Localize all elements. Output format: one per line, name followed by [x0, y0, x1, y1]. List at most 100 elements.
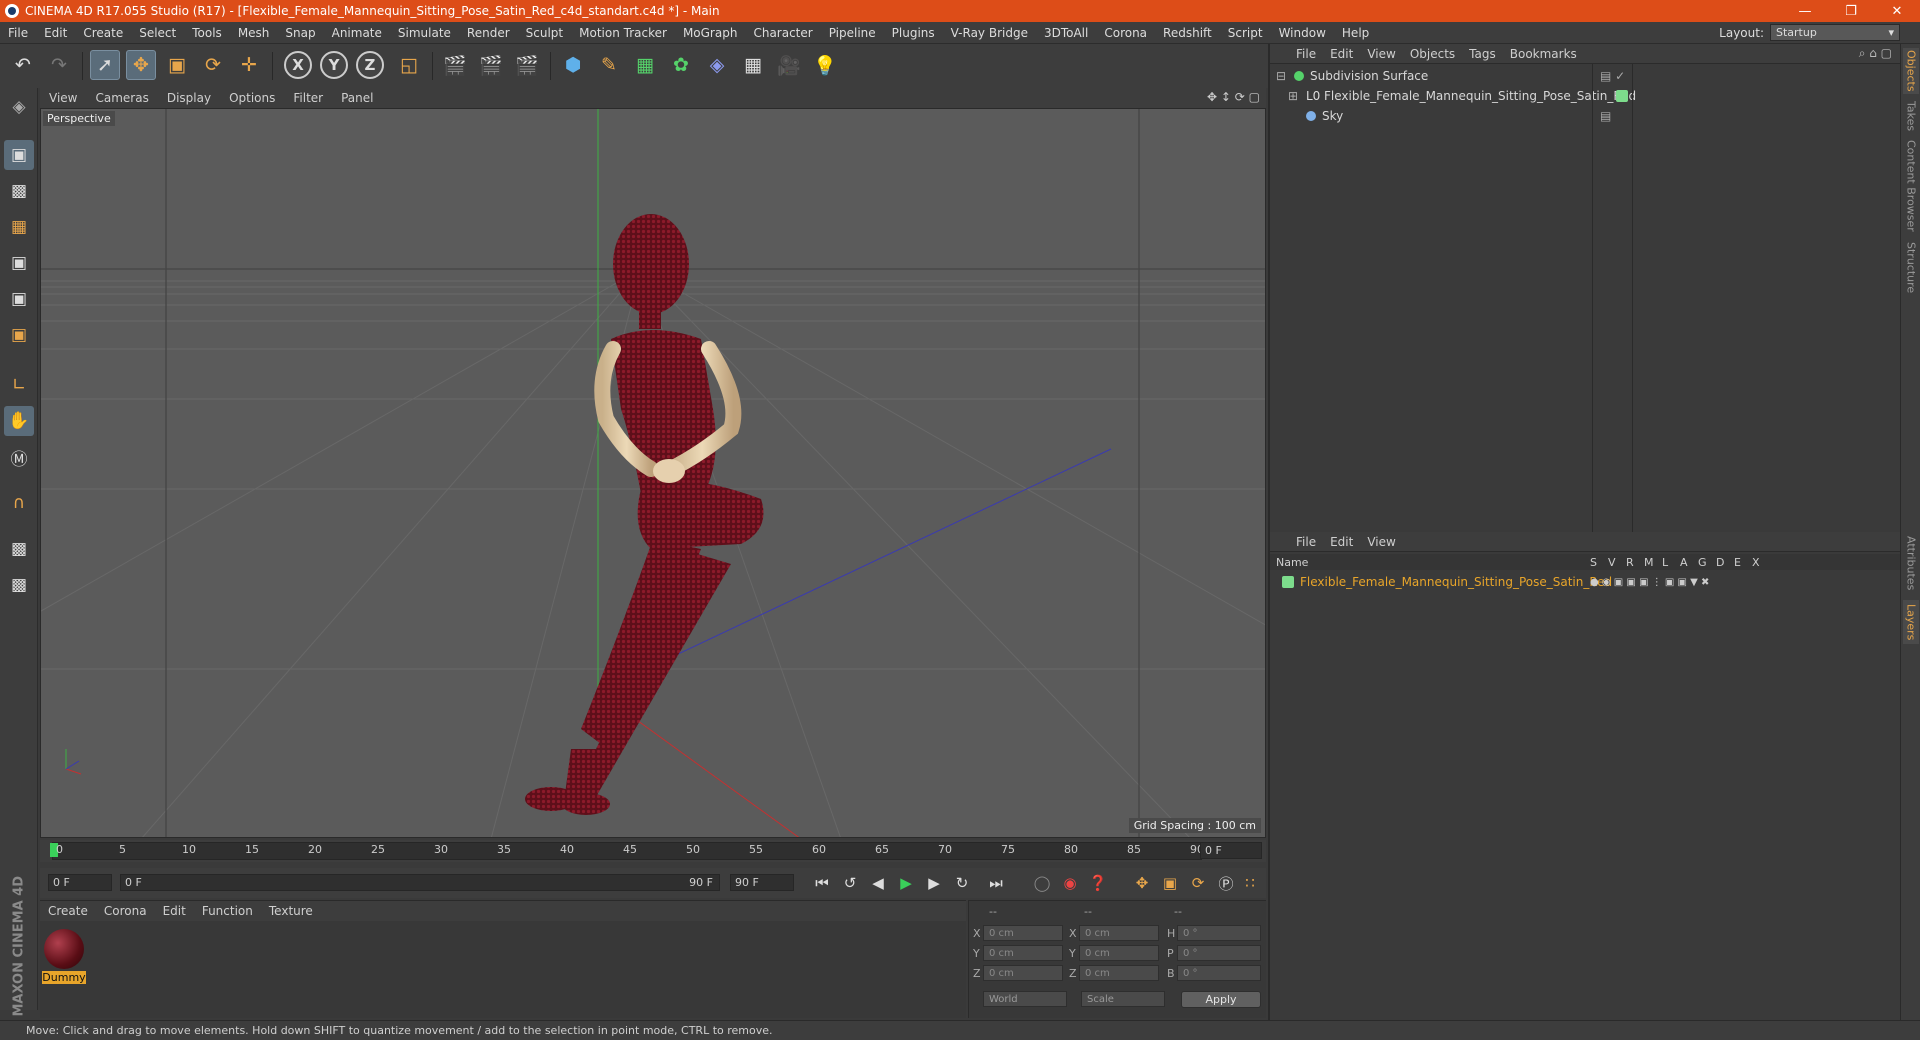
- play-icon[interactable]: ▶: [894, 872, 918, 894]
- menu-mesh[interactable]: Mesh: [230, 26, 278, 40]
- live-selection-icon[interactable]: ➚: [90, 50, 120, 80]
- workplane-snap-icon[interactable]: ▩: [4, 570, 34, 600]
- menu-corona[interactable]: Corona: [1096, 26, 1155, 40]
- polygons-mode-icon[interactable]: ▣: [4, 320, 34, 350]
- layer-toggles-icon[interactable]: ● ◉ ▣ ▣ ▣ ⋮ ▣ ▣ ▼ ✖: [1590, 577, 1709, 588]
- object-name[interactable]: Sky: [1322, 109, 1343, 123]
- menu-create[interactable]: Create: [75, 26, 131, 40]
- layer-row[interactable]: Flexible_Female_Mannequin_Sitting_Pose_S…: [1282, 572, 1892, 592]
- render-settings-icon[interactable]: 🎬: [512, 50, 542, 80]
- object-row[interactable]: ⊟ Subdivision Surface ▤ ✓: [1276, 66, 1896, 86]
- layers-menu-edit[interactable]: Edit: [1323, 535, 1360, 549]
- frame-range-slider[interactable]: 0 F 90 F: [120, 874, 720, 891]
- object-name[interactable]: Flexible_Female_Mannequin_Sitting_Pose_S…: [1324, 89, 1636, 103]
- previous-key-icon[interactable]: ↺: [838, 872, 862, 894]
- menu-window[interactable]: Window: [1271, 26, 1334, 40]
- rotation-h-field[interactable]: 0 °: [1177, 925, 1261, 941]
- object-manager-search-icon[interactable]: ⌕ ⌂ ▢: [1859, 46, 1892, 61]
- start-frame-field[interactable]: 0 F: [48, 874, 112, 891]
- record-keys-icon[interactable]: ◯: [1030, 872, 1054, 894]
- menu-snap[interactable]: Snap: [277, 26, 323, 40]
- collapse-icon[interactable]: ⊟: [1276, 69, 1288, 83]
- render-view-icon[interactable]: 🎬: [440, 50, 470, 80]
- rotate-tool-icon[interactable]: ⟳: [198, 50, 228, 80]
- cloner-icon[interactable]: ✿: [666, 50, 696, 80]
- viewport-menu-filter[interactable]: Filter: [284, 91, 332, 105]
- side-tab-content-browser[interactable]: Content Browser: [1903, 138, 1919, 234]
- side-tab-structure[interactable]: Structure: [1903, 238, 1919, 298]
- objects-menu-tags[interactable]: Tags: [1462, 47, 1503, 61]
- viewport-menu-view[interactable]: View: [40, 91, 86, 105]
- material-menu-corona[interactable]: Corona: [96, 904, 155, 918]
- previous-frame-icon[interactable]: ◀: [866, 872, 890, 894]
- texture-mode-icon[interactable]: ▩: [4, 176, 34, 206]
- next-frame-icon[interactable]: ▶: [922, 872, 946, 894]
- material-menu-edit[interactable]: Edit: [155, 904, 194, 918]
- workplane-mode-icon[interactable]: ▦: [4, 212, 34, 242]
- deformer-icon[interactable]: ◈: [702, 50, 732, 80]
- 3d-viewport[interactable]: Perspective Grid Spacing : 100 cm: [40, 108, 1266, 838]
- layer-color-icon[interactable]: [1616, 90, 1628, 102]
- material-menu-function[interactable]: Function: [194, 904, 261, 918]
- next-key-icon[interactable]: ↻: [950, 872, 974, 894]
- material-menu-texture[interactable]: Texture: [261, 904, 321, 918]
- menu-script[interactable]: Script: [1220, 26, 1271, 40]
- objects-menu-view[interactable]: View: [1360, 47, 1402, 61]
- pen-spline-icon[interactable]: ✎: [594, 50, 624, 80]
- cube-primitive-icon[interactable]: ⬢: [558, 50, 588, 80]
- subdivision-surface-icon[interactable]: ▦: [630, 50, 660, 80]
- edges-mode-icon[interactable]: ▣: [4, 284, 34, 314]
- size-x-field[interactable]: 0 cm: [1079, 925, 1159, 941]
- close-button[interactable]: ✕: [1874, 0, 1920, 22]
- go-to-end-icon[interactable]: ⏭: [984, 872, 1008, 894]
- recent-tool-icon[interactable]: ✛: [234, 50, 264, 80]
- material-menu-create[interactable]: Create: [40, 904, 96, 918]
- menu-edit[interactable]: Edit: [36, 26, 75, 40]
- position-z-field[interactable]: 0 cm: [983, 965, 1063, 981]
- redo-icon[interactable]: ↷: [44, 50, 74, 80]
- objects-menu-edit[interactable]: Edit: [1323, 47, 1360, 61]
- key-rotation-icon[interactable]: ⟳: [1186, 872, 1210, 894]
- timeline-end-field[interactable]: 0 F: [1200, 842, 1262, 859]
- menu-3dtoall[interactable]: 3DToAll: [1036, 26, 1096, 40]
- objects-menu-bookmarks[interactable]: Bookmarks: [1503, 47, 1584, 61]
- material-preview-icon[interactable]: [44, 929, 84, 969]
- scale-tool-icon[interactable]: ▣: [162, 50, 192, 80]
- menu-mograph[interactable]: MoGraph: [675, 26, 746, 40]
- key-pla-icon[interactable]: ∷: [1238, 872, 1262, 894]
- layers-menu-view[interactable]: View: [1360, 535, 1402, 549]
- floor-icon[interactable]: ▦: [738, 50, 768, 80]
- y-axis-icon[interactable]: Y: [320, 51, 348, 79]
- side-tab-objects[interactable]: Objects: [1903, 48, 1919, 94]
- minimize-button[interactable]: —: [1782, 0, 1828, 22]
- menu-redshift[interactable]: Redshift: [1155, 26, 1220, 40]
- visibility-icon[interactable]: ▤ ✓: [1600, 69, 1625, 83]
- camera-icon[interactable]: 🎥: [774, 50, 804, 80]
- layer-color-icon[interactable]: [1282, 576, 1294, 588]
- menu-motion-tracker[interactable]: Motion Tracker: [571, 26, 675, 40]
- maximize-button[interactable]: ❐: [1828, 0, 1874, 22]
- menu-help[interactable]: Help: [1334, 26, 1377, 40]
- menu-select[interactable]: Select: [131, 26, 184, 40]
- menu-tools[interactable]: Tools: [184, 26, 230, 40]
- menu-simulate[interactable]: Simulate: [390, 26, 459, 40]
- menu-animate[interactable]: Animate: [324, 26, 390, 40]
- layer-name[interactable]: Flexible_Female_Mannequin_Sitting_Pose_S…: [1300, 575, 1612, 589]
- objects-menu-file[interactable]: File: [1270, 47, 1323, 61]
- light-icon[interactable]: 💡: [810, 50, 840, 80]
- workplane-lock-icon[interactable]: ▩: [4, 534, 34, 564]
- go-to-start-icon[interactable]: ⏮: [810, 872, 834, 894]
- key-scale-icon[interactable]: ▣: [1158, 872, 1182, 894]
- auto-keying-icon[interactable]: ◉: [1058, 872, 1082, 894]
- render-picture-viewer-icon[interactable]: 🎬: [476, 50, 506, 80]
- menu-character[interactable]: Character: [745, 26, 820, 40]
- expand-icon[interactable]: ⊞: [1288, 89, 1300, 103]
- object-row[interactable]: Sky ▤: [1288, 106, 1898, 126]
- key-position-icon[interactable]: ✥: [1130, 872, 1154, 894]
- tweak-mode-icon[interactable]: ✋: [4, 406, 34, 436]
- viewport-menu-display[interactable]: Display: [158, 91, 220, 105]
- menu-vray-bridge[interactable]: V-Ray Bridge: [943, 26, 1036, 40]
- viewport-menu-options[interactable]: Options: [220, 91, 284, 105]
- position-x-field[interactable]: 0 cm: [983, 925, 1063, 941]
- viewport-navigation-icon[interactable]: ✥ ↕ ⟳ ▢: [1207, 90, 1260, 104]
